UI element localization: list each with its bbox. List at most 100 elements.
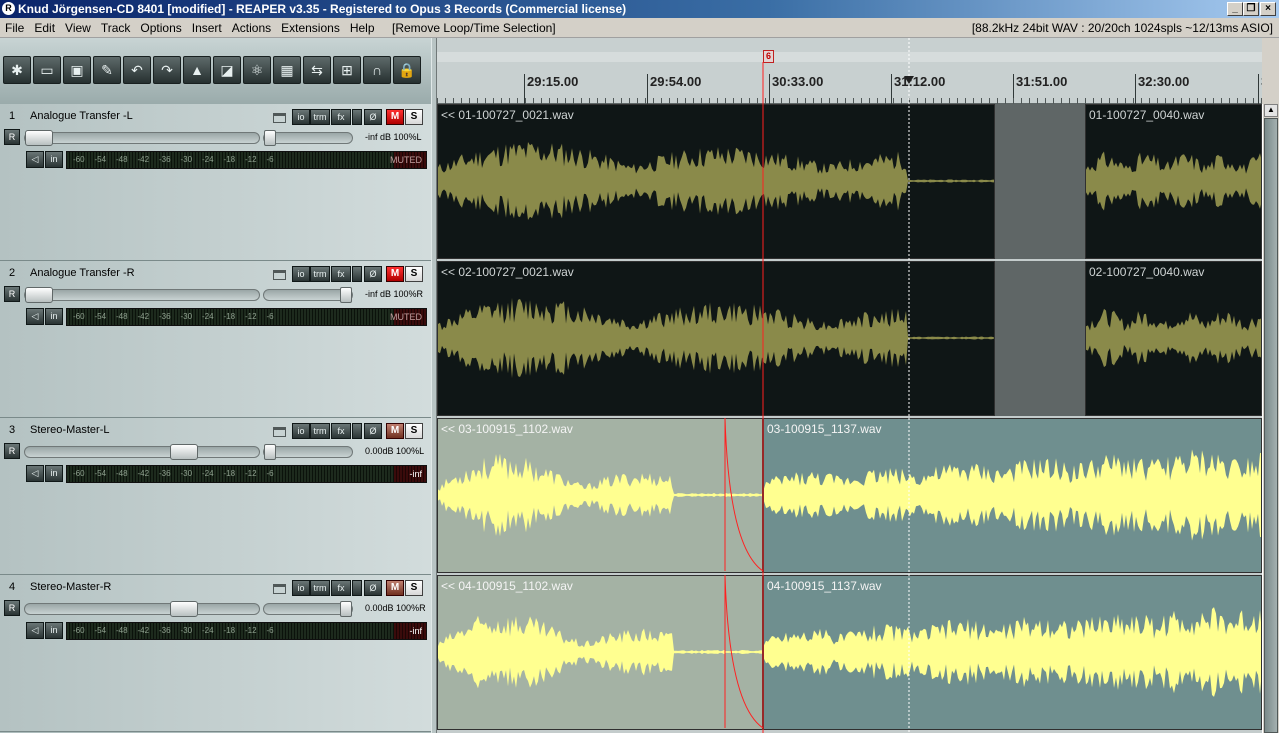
trim-button[interactable]: trm [310, 266, 330, 282]
track-name[interactable]: Analogue Transfer -L [30, 110, 133, 122]
fx-button[interactable]: fx [331, 580, 351, 596]
pan-knob[interactable] [264, 444, 276, 460]
volume-knob[interactable] [170, 601, 198, 617]
media-item[interactable]: 03-100915_1137.wav [763, 418, 1262, 573]
media-item[interactable]: 04-100915_1137.wav [763, 575, 1262, 730]
menu-extensions[interactable]: Extensions [276, 18, 345, 38]
fx-bypass-icon[interactable] [352, 580, 362, 596]
settings-icon[interactable]: ✎ [93, 56, 121, 84]
input-button[interactable]: in [45, 308, 63, 325]
media-item[interactable]: << 04-100915_1102.wav [437, 575, 763, 730]
track-meter[interactable]: -60 -54 -48 -42 -36 -30 -24 -18 -12 -6 -inf [66, 465, 427, 483]
folder-icon[interactable] [273, 427, 286, 437]
mute-button[interactable]: M [386, 423, 404, 439]
pan-slider[interactable] [263, 444, 353, 460]
track-1[interactable]: 1 Analogue Transfer -L io trm fx Ø M S R -inf dB … [0, 104, 431, 261]
new-project-icon[interactable]: ✱ [3, 56, 31, 84]
mute-button[interactable]: M [386, 266, 404, 282]
menu-edit[interactable]: Edit [29, 18, 60, 38]
fx-button[interactable]: fx [331, 109, 351, 125]
phase-button[interactable]: Ø [364, 109, 382, 125]
fx-button[interactable]: fx [331, 423, 351, 439]
track-name[interactable]: Stereo-Master-L [30, 424, 109, 436]
save-icon[interactable]: ▣ [63, 56, 91, 84]
solo-button[interactable]: S [405, 109, 423, 125]
track-meter[interactable]: -60 -54 -48 -42 -36 -30 -24 -18 -12 -6 -inf [66, 622, 427, 640]
io-button[interactable]: io [292, 109, 310, 125]
vertical-scrollbar[interactable]: ▲ [1262, 104, 1279, 733]
loop-region-bar[interactable] [437, 52, 1262, 62]
phase-button[interactable]: Ø [364, 266, 382, 282]
pan-slider[interactable] [263, 601, 353, 617]
env-icon[interactable]: ◁ [26, 465, 44, 482]
solo-button[interactable]: S [405, 423, 423, 439]
pan-knob[interactable] [264, 130, 276, 146]
arrange-view[interactable]: 29:15.00 29:54.00 30:33.00 31:12.00 31:51.00… [437, 38, 1262, 733]
scrollbar-thumb[interactable] [1264, 118, 1278, 733]
input-button[interactable]: in [45, 622, 63, 639]
lock-icon[interactable]: 🔒 [393, 56, 421, 84]
restore-icon[interactable]: ❐ [1243, 2, 1259, 16]
folder-icon[interactable] [273, 113, 286, 123]
media-item[interactable]: << 03-100915_1102.wav [437, 418, 763, 573]
menu-view[interactable]: View [60, 18, 96, 38]
pan-knob[interactable] [340, 601, 352, 617]
fx-button[interactable]: fx [331, 266, 351, 282]
env-icon[interactable]: ◁ [26, 308, 44, 325]
trim-button[interactable]: trm [310, 580, 330, 596]
empty-gap[interactable] [995, 104, 1085, 259]
folder-icon[interactable] [273, 584, 286, 594]
env-icon[interactable]: ◁ [26, 622, 44, 639]
menu-file[interactable]: File [0, 18, 29, 38]
folder-icon[interactable] [273, 270, 286, 280]
trim-button[interactable]: trm [310, 109, 330, 125]
pan-knob[interactable] [340, 287, 352, 303]
solo-button[interactable]: S [405, 266, 423, 282]
ripple-icon[interactable]: ⚛ [243, 56, 271, 84]
metronome-icon[interactable]: ▲ [183, 56, 211, 84]
undo-icon[interactable]: ↶ [123, 56, 151, 84]
media-item[interactable]: 01-100727_0040.wav [1085, 104, 1262, 259]
volume-slider[interactable] [24, 287, 260, 303]
media-item[interactable]: 02-100727_0040.wav [1085, 261, 1262, 416]
magnet-icon[interactable]: ∩ [363, 56, 391, 84]
volume-knob[interactable] [25, 287, 53, 303]
phase-button[interactable]: Ø [364, 423, 382, 439]
io-button[interactable]: io [292, 266, 310, 282]
close-icon[interactable]: × [1260, 2, 1276, 16]
track-3[interactable]: 3 Stereo-Master-L io trm fx Ø M S R 0.00dB 100%L ◁… [0, 418, 431, 575]
menu-track[interactable]: Track [96, 18, 136, 38]
redo-icon[interactable]: ↷ [153, 56, 181, 84]
menu-actions[interactable]: Actions [227, 18, 276, 38]
menu-options[interactable]: Options [135, 18, 186, 38]
snap-icon[interactable]: ⇆ [303, 56, 331, 84]
input-button[interactable]: in [45, 151, 63, 168]
auto-crossfade-icon[interactable]: ⊞ [333, 56, 361, 84]
menu-help[interactable]: Help [345, 18, 380, 38]
audio-status[interactable]: [88.2kHz 24bit WAV : 20/20ch 1024spls ~1… [972, 18, 1273, 38]
envelope-icon[interactable]: ◪ [213, 56, 241, 84]
track-meter[interactable]: -60 -54 -48 -42 -36 -30 -24 -18 -12 -6 MUTED [66, 308, 427, 326]
env-icon[interactable]: ◁ [26, 151, 44, 168]
fx-bypass-icon[interactable] [352, 109, 362, 125]
track-name[interactable]: Stereo-Master-R [30, 581, 111, 593]
track-2[interactable]: 2 Analogue Transfer -R io trm fx Ø M S R -inf dB … [0, 261, 431, 418]
minimize-icon[interactable]: _ [1227, 2, 1243, 16]
io-button[interactable]: io [292, 580, 310, 596]
record-arm-button[interactable]: R [4, 129, 20, 145]
fx-bypass-icon[interactable] [352, 423, 362, 439]
input-button[interactable]: in [45, 465, 63, 482]
record-arm-button[interactable]: R [4, 286, 20, 302]
marker-flag[interactable]: 6 [763, 50, 774, 63]
empty-gap[interactable] [995, 261, 1085, 416]
pan-slider[interactable] [263, 130, 353, 146]
volume-knob[interactable] [170, 444, 198, 460]
record-arm-button[interactable]: R [4, 600, 20, 616]
reaper-app-icon[interactable]: R [2, 2, 15, 15]
volume-slider[interactable] [24, 444, 260, 460]
scroll-up-icon[interactable]: ▲ [1264, 104, 1278, 117]
volume-slider[interactable] [24, 130, 260, 146]
timeline-ruler[interactable]: 29:15.00 29:54.00 30:33.00 31:12.00 31:51.00… [437, 38, 1262, 104]
track-name[interactable]: Analogue Transfer -R [30, 267, 135, 279]
phase-button[interactable]: Ø [364, 580, 382, 596]
